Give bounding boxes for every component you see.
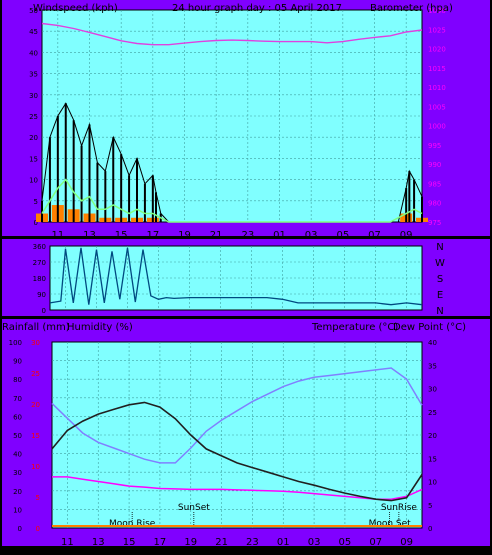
humidity-y-tick: 100 bbox=[9, 339, 22, 347]
direction-y-tick: 360 bbox=[33, 243, 46, 251]
time-x-tick: 09 bbox=[400, 230, 413, 241]
temp-y-tick: 25 bbox=[428, 409, 437, 417]
wind-y-tick: 15 bbox=[29, 155, 38, 163]
wind-y-tick: 20 bbox=[29, 134, 38, 142]
wind-y-tick: 45 bbox=[29, 28, 38, 36]
rainfall-y-tick: 15 bbox=[31, 432, 40, 440]
time-x-tick-bottom: 11 bbox=[61, 537, 74, 548]
rainfall-y-tick: 10 bbox=[31, 463, 40, 471]
humidity-y-tick: 40 bbox=[13, 451, 22, 459]
baro-y-tick: 1020 bbox=[428, 46, 446, 54]
time-x-tick-bottom: 01 bbox=[277, 537, 290, 548]
humidity-y-tick: 20 bbox=[13, 488, 22, 496]
time-x-tick-bottom: 09 bbox=[400, 537, 413, 548]
event-label: SunSet bbox=[178, 503, 210, 513]
time-x-tick: 05 bbox=[336, 230, 349, 241]
wind-y-tick: 25 bbox=[29, 113, 38, 121]
rainfall-y-tick: 30 bbox=[31, 339, 40, 347]
weather-graph-panel: 0 5 10 15 20 25 30 35 40 45 50 975 980 985 990 995 1000 1… bbox=[0, 0, 492, 555]
direction-y-tick: 270 bbox=[33, 259, 46, 267]
direction-y-tick: 90 bbox=[37, 291, 46, 299]
humidity-y-tick: 30 bbox=[13, 469, 22, 477]
temp-y-tick: 15 bbox=[428, 455, 437, 463]
time-x-tick: 21 bbox=[210, 230, 223, 241]
wind-y-tick: 40 bbox=[29, 49, 38, 57]
temp-y-tick: 20 bbox=[428, 432, 437, 440]
weather-chart-svg: 0510152025303540455097598098599099510001… bbox=[0, 0, 492, 555]
compass-tick: E bbox=[437, 290, 443, 301]
event-label: Moon Rise bbox=[109, 519, 156, 529]
time-x-tick: 23 bbox=[241, 230, 254, 241]
temp-y-tick: 30 bbox=[428, 386, 437, 394]
humidity-y-tick: 0 bbox=[18, 525, 22, 533]
chart-title: 24 hour graph day : 05 April 2017 bbox=[172, 3, 342, 14]
baro-y-tick: 990 bbox=[428, 161, 441, 169]
compass-tick: S bbox=[437, 274, 443, 285]
wind-y-tick: 30 bbox=[29, 92, 38, 100]
baro-y-tick: 975 bbox=[428, 219, 441, 227]
temp-y-tick: 35 bbox=[428, 362, 437, 370]
compass-tick: N bbox=[436, 242, 443, 253]
baro-y-tick: 1010 bbox=[428, 84, 446, 92]
time-x-tick-bottom: 19 bbox=[184, 537, 197, 548]
rainfall-y-tick: 5 bbox=[36, 494, 40, 502]
baro-y-tick: 985 bbox=[428, 180, 441, 188]
compass-tick: N bbox=[436, 306, 443, 317]
baro-y-tick: 1000 bbox=[428, 123, 446, 131]
rainfall-y-tick: 25 bbox=[31, 370, 40, 378]
time-x-tick: 17 bbox=[146, 230, 159, 241]
time-x-tick-bottom: 13 bbox=[92, 537, 105, 548]
baro-y-tick: 995 bbox=[428, 142, 441, 150]
humidity-axis-label: Humidity (%) bbox=[67, 322, 133, 333]
time-x-tick: 03 bbox=[305, 230, 318, 241]
temp-y-tick: 5 bbox=[428, 502, 432, 510]
humidity-y-tick: 90 bbox=[13, 358, 22, 366]
direction-y-tick: 180 bbox=[33, 275, 46, 283]
windspeed-axis-label: Windspeed (kph) bbox=[33, 3, 118, 14]
baro-y-tick: 1015 bbox=[428, 65, 446, 73]
time-x-tick-bottom: 05 bbox=[339, 537, 352, 548]
time-x-tick: 11 bbox=[51, 230, 64, 241]
time-x-tick-bottom: 07 bbox=[369, 537, 382, 548]
time-x-tick: 15 bbox=[115, 230, 128, 241]
wind-y-tick: 10 bbox=[29, 177, 38, 185]
event-label: Moon Set bbox=[369, 519, 412, 529]
direction-y-tick: 0 bbox=[42, 307, 46, 315]
time-x-tick-bottom: 15 bbox=[123, 537, 136, 548]
baro-y-tick: 1025 bbox=[428, 26, 446, 34]
rainfall-axis-label: Rainfall (mm) bbox=[2, 322, 70, 333]
time-x-tick: 13 bbox=[83, 230, 96, 241]
wind-y-tick: 5 bbox=[34, 198, 38, 206]
time-x-tick: 01 bbox=[273, 230, 286, 241]
rainfall-y-tick: 0 bbox=[36, 525, 40, 533]
time-x-tick: 07 bbox=[368, 230, 381, 241]
temp-y-tick: 40 bbox=[428, 339, 437, 347]
time-x-tick-bottom: 21 bbox=[215, 537, 228, 548]
compass-tick: W bbox=[435, 258, 445, 269]
baro-y-tick: 980 bbox=[428, 200, 441, 208]
time-x-tick-bottom: 03 bbox=[308, 537, 321, 548]
barometer-axis-label: Barometer (hpa) bbox=[370, 3, 453, 14]
wind-y-tick: 35 bbox=[29, 71, 38, 79]
temp-y-tick: 10 bbox=[428, 479, 437, 487]
dewpoint-axis-label: Dew Point (°C) bbox=[393, 322, 466, 333]
humidity-y-tick: 70 bbox=[13, 395, 22, 403]
rainfall-y-tick: 20 bbox=[31, 401, 40, 409]
temperature-axis-label: Temperature (°C) bbox=[311, 322, 398, 333]
humidity-y-tick: 80 bbox=[13, 376, 22, 384]
time-x-tick-bottom: 17 bbox=[154, 537, 167, 548]
time-x-tick-bottom: 23 bbox=[246, 537, 259, 548]
humidity-y-tick: 50 bbox=[13, 432, 22, 440]
humidity-y-tick: 10 bbox=[13, 506, 22, 514]
baro-y-tick: 1005 bbox=[428, 103, 446, 111]
humidity-y-tick: 60 bbox=[13, 413, 22, 421]
time-x-tick: 19 bbox=[178, 230, 191, 241]
event-label: SunRise bbox=[381, 503, 418, 513]
temp-y-tick: 0 bbox=[428, 525, 432, 533]
